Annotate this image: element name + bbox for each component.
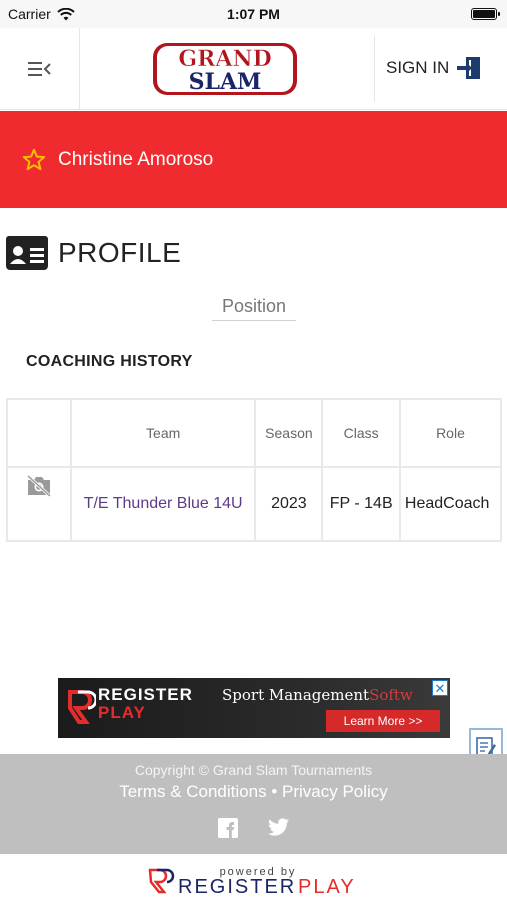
menu-collapse-icon [27,62,51,76]
history-table: Team Season Class Role T/E Thunder Blue [6,398,502,542]
column-header-photo [6,398,72,468]
powered-brand-left: REGISTER [178,876,296,898]
header-divider [374,36,375,102]
team-photo-cell [6,466,72,542]
registerplay-logo: powered by REGISTER PLAY [148,866,356,898]
logo-line2: SLAM [189,69,262,95]
table-header-row: Team Season Class Role [6,398,502,468]
season-cell: 2023 [254,466,324,542]
registerplay-ad-logo-icon [68,690,96,724]
sign-in-button[interactable]: SIGN IN [386,56,481,80]
column-header-season[interactable]: Season [254,398,324,468]
ad-tagline: Sport ManagementSoftw [222,686,413,704]
ad-banner[interactable]: REGISTER PLAY Sport ManagementSoftw Lear… [58,678,450,738]
column-header-role[interactable]: Role [398,398,502,468]
column-header-team[interactable]: Team [69,398,257,468]
coaching-history-table[interactable]: Team Season Class Role T/E Thunder Blue [6,398,502,542]
ad-tagline-main: Sport Management [222,686,370,704]
powered-by[interactable]: powered by REGISTER PLAY [0,856,507,900]
sign-in-label: SIGN IN [386,58,450,77]
menu-button[interactable] [0,28,80,110]
ad-learn-more-button[interactable]: Learn More >> [326,710,440,732]
copyright-text: Copyright © Grand Slam Tournaments [134,762,373,778]
ad-brand-line2: PLAY [98,703,146,722]
app-header: GRAND SLAM SIGN IN [0,28,507,110]
role-cell: HeadCoach [398,466,502,542]
no-photo-icon [26,474,51,498]
column-header-class[interactable]: Class [321,398,401,468]
footer: Copyright © Grand Slam Tournaments Terms… [0,754,507,854]
status-bar: Carrier 1:07 PM [0,0,507,28]
ad-close-button[interactable]: ✕ [432,680,448,696]
clock: 1:07 PM [227,6,280,22]
registerplay-r-icon [148,868,168,894]
star-icon[interactable] [22,148,46,172]
coaching-history-title: COACHING HISTORY [26,353,193,370]
user-banner: Christine Amoroso [0,111,507,208]
footer-links: Terms & Conditions • Privacy Policy [0,782,507,802]
user-name: Christine Amoroso [58,148,214,170]
twitter-icon[interactable] [267,818,290,836]
ad-brand-line1: REGISTER [98,685,193,704]
position-tab[interactable]: Position [212,296,296,321]
battery-icon [471,8,500,20]
terms-link[interactable]: Terms & Conditions [119,782,266,801]
profile-heading: PROFILE [6,236,181,270]
powered-brand-right: PLAY [298,876,356,898]
facebook-icon[interactable] [217,818,238,838]
ad-tagline-faded: Softw [369,686,413,704]
class-cell: FP - 14B [321,466,401,542]
profile-title: PROFILE [58,237,182,268]
privacy-link[interactable]: Privacy Policy [282,782,388,801]
team-link[interactable]: T/E Thunder Blue 14U [69,466,257,542]
grand-slam-logo[interactable]: GRAND SLAM [150,40,300,98]
social-links [0,818,507,838]
footer-separator: • [271,782,278,801]
id-card-icon [6,236,48,270]
table-row: T/E Thunder Blue 14U 2023 FP - 14B HeadC… [6,466,502,542]
ad-brand: REGISTER PLAY [98,686,193,722]
sign-in-icon [457,57,481,79]
